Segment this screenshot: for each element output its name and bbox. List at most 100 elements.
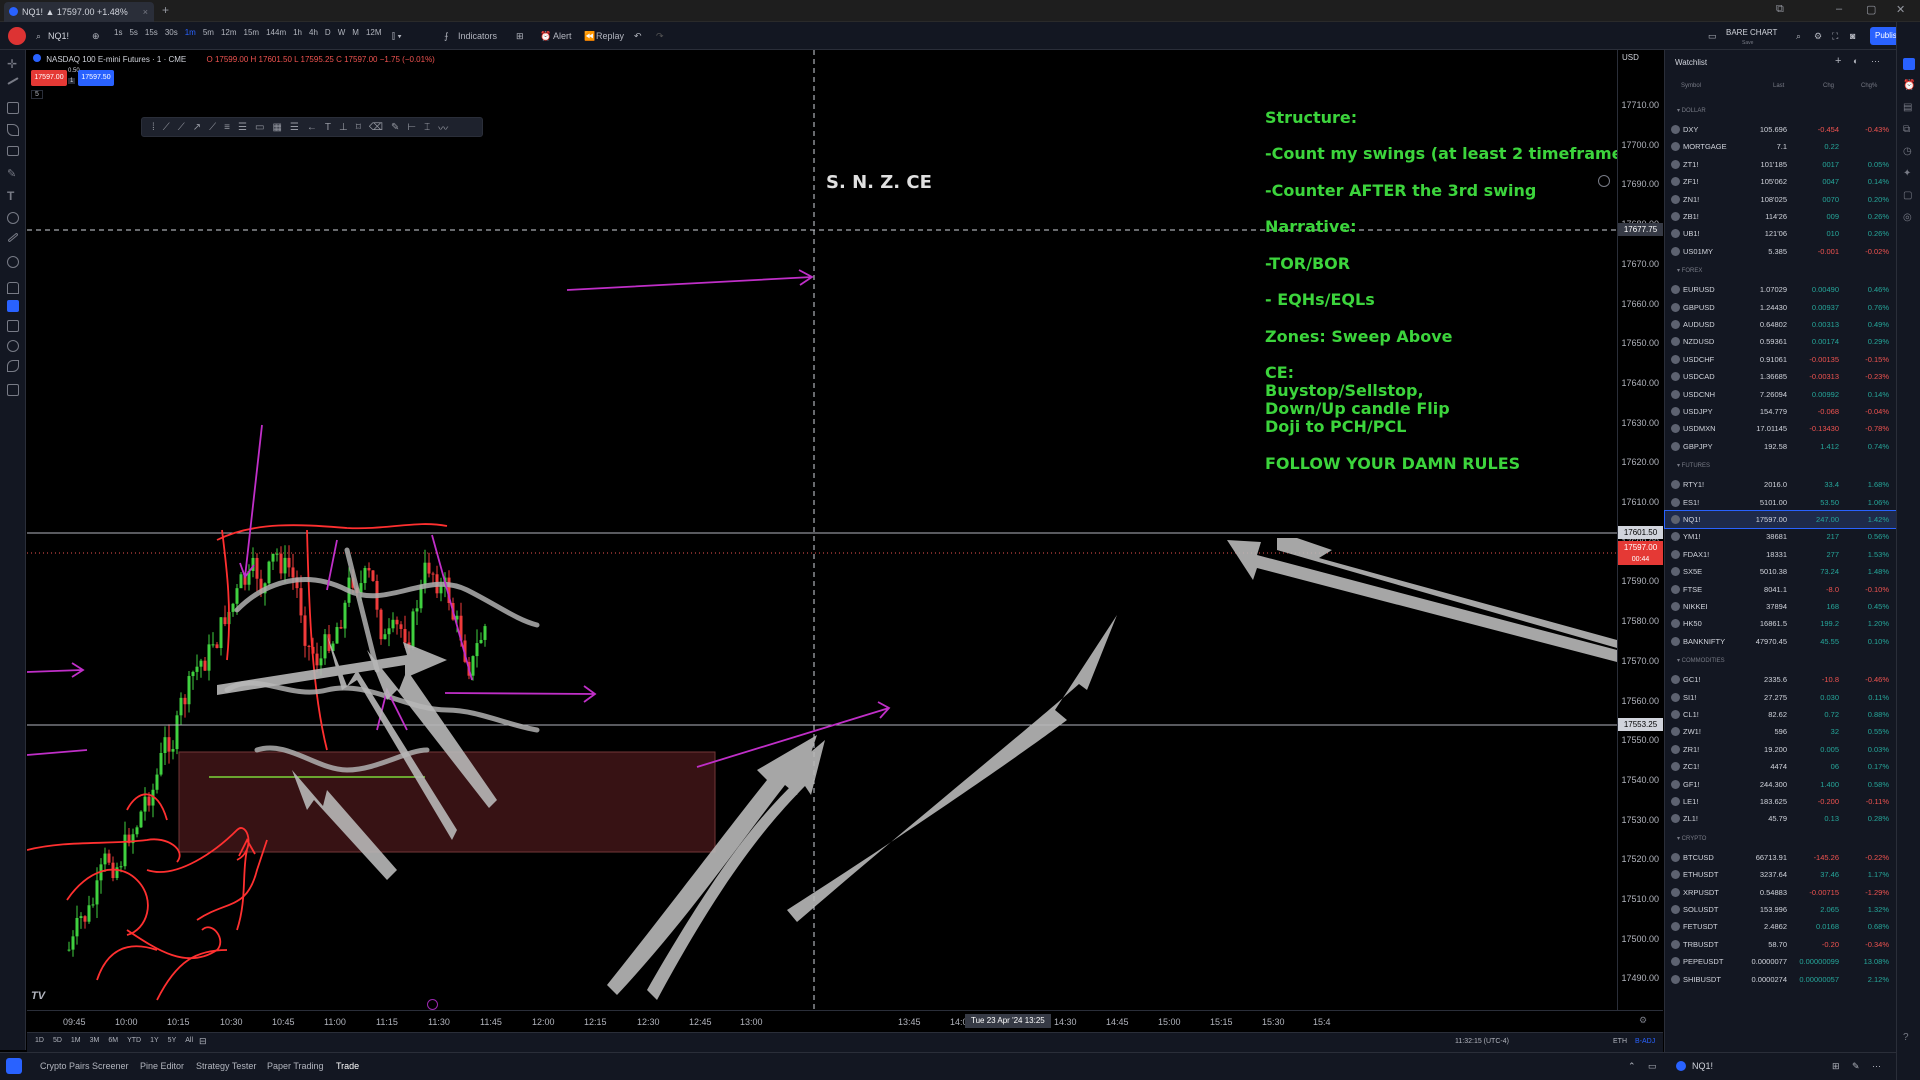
interval-4h[interactable]: 4h [309,28,318,44]
watchlist-row[interactable]: USDCHF 0.91061 -0.00135 -0.15% [1665,351,1897,368]
tab-pine-editor[interactable]: Pine Editor [140,1061,184,1071]
watchlist-row[interactable]: USDCNH 7.26094 0.00992 0.14% [1665,386,1897,403]
watchlist-section[interactable]: ▾ COMMODITIES [1677,657,1725,664]
watchlist-row[interactable]: USDMXN 17.01145 -0.13430 -0.78% [1665,420,1897,437]
callout-icon[interactable]: ⌑ [356,122,361,133]
interval-M[interactable]: M [352,28,359,44]
watchlist-row[interactable]: ZW1! 596 32 0.55% [1665,723,1897,740]
more-icon[interactable]: ⋯ [1872,1061,1881,1072]
watchlist-row[interactable]: ES1! 5101.00 53.50 1.06% [1665,494,1897,511]
chat-icon[interactable]: ▢ [1903,190,1912,201]
watchlist-row[interactable]: HK50 16861.5 199.2 1.20% [1665,615,1897,632]
layout-grid-icon[interactable]: ⊞ [1832,1061,1840,1072]
watchlist-row[interactable]: DXY 105.696 -0.454 -0.43% [1665,121,1897,138]
chart-type-icon[interactable]: ⫿ ▾ [392,28,402,44]
brush-icon[interactable]: ✎ [391,122,399,133]
notifications-icon[interactable]: ◎ [1903,212,1912,223]
watchlist-row[interactable]: GBPJPY 192.58 1.412 0.74% [1665,438,1897,455]
chart-tab[interactable]: NQ1! ▲ 17597.00 +1.48% × [4,2,154,22]
trend-line-icon[interactable] [7,77,19,85]
adjustment-toggle[interactable]: B-ADJ [1635,1038,1655,1045]
help-icon[interactable]: ? [1903,1032,1909,1043]
symbol-legend[interactable]: NASDAQ 100 E-mini Futures · 1 · CME O 17… [33,54,435,64]
collapse-panel-icon[interactable]: ⌃ [1628,1061,1636,1072]
fib-icon[interactable]: ☰ [238,122,247,133]
ray-tool-icon[interactable]: ⟋ [178,122,185,133]
col-chg-pct[interactable]: Chg% [1861,83,1877,89]
watchlist-row[interactable]: EURUSD 1.07029 0.00490 0.46% [1665,281,1897,298]
measure-icon[interactable]: ⊢ [407,122,416,133]
drawing-favorites-toolbar[interactable]: ⁞ ⟋ ⟋ ↗ ⟋ ≡ ☰ ▭ ▦ ☰ ← T ⊥ ⌑ ⌫ ✎ ⊢ ⌶ 〰 [141,117,483,137]
symbol-search-input[interactable]: NQ1! [48,28,69,44]
ideas-icon[interactable]: ✦ [1903,168,1911,179]
range-1Y[interactable]: 1Y [150,1037,159,1044]
watchlist-menu-icon[interactable]: ⋯ [1871,56,1880,67]
brush-icon[interactable]: ✎ [7,168,19,180]
range-All[interactable]: All [185,1037,193,1044]
time-scale[interactable]: 09:45 10:00 10:15 10:30 10:45 11:00 11:15 11:30… [27,1010,1663,1032]
range-3M[interactable]: 3M [90,1037,100,1044]
indicators-button[interactable]: Indicators [458,28,497,44]
indicators-icon[interactable]: ⨍ [444,28,449,44]
edit-icon[interactable]: ✎ [1852,1061,1860,1072]
add-alert-icon[interactable] [1598,175,1610,187]
undo-icon[interactable]: ↶ [634,28,642,44]
watchlist-row[interactable]: NZDUSD 0.59361 0.00174 0.29% [1665,333,1897,350]
price-scale[interactable]: USD 17710.0017700.0017690.0017680.001767… [1617,50,1663,1010]
watchlist-row[interactable]: USDCAD 1.36685 -0.00313 -0.23% [1665,368,1897,385]
watchlist-section[interactable]: ▾ FUTURES [1677,462,1710,469]
range-6M[interactable]: 6M [108,1037,118,1044]
arrow-tool-icon[interactable]: ↗ [193,122,201,133]
quick-search-icon[interactable]: ⌕ [1796,28,1801,44]
interval-W[interactable]: W [338,28,346,44]
chart-pane[interactable]: NASDAQ 100 E-mini Futures · 1 · CME O 17… [27,50,1617,1010]
prediction-tool-icon[interactable] [7,146,19,156]
watchlist-row[interactable]: SI1! 27.275 0.030 0.11% [1665,689,1897,706]
watchlist-row[interactable]: ZC1! 4474 06 0.17% [1665,758,1897,775]
share-icon[interactable]: ⧉ [1776,3,1784,16]
replay-button[interactable]: Replay [596,28,624,44]
watchlist-row[interactable]: SOLUSDT 153.996 2.065 1.32% [1665,901,1897,918]
order-quantity[interactable]: 1 [68,78,76,84]
symbol-search-icon[interactable]: ⌕ [36,28,41,44]
rectangle-icon[interactable]: ▭ [255,122,264,133]
stay-drawing-mode-icon[interactable] [7,300,19,312]
interval-1h[interactable]: 1h [293,28,302,44]
watchlist-row[interactable]: BANKNIFTY 47970.45 45.55 0.10% [1665,633,1897,650]
watchlist-row[interactable]: ZR1! 19.200 0.005 0.03% [1665,741,1897,758]
maximize-panel-icon[interactable]: ▭ [1648,1061,1657,1072]
close-tab-icon[interactable]: × [143,7,148,17]
hotlist-icon[interactable]: ⧉ [1903,124,1910,135]
minimize-icon[interactable]: – [1836,3,1842,15]
lock-drawings-icon[interactable] [7,320,19,332]
watchlist-row[interactable]: ZT1! 101'185 0017 0.05% [1665,156,1897,173]
replay-icon[interactable]: ⏪ [584,28,595,44]
watchlist-row[interactable]: FTSE 8041.1 -8.0 -0.10% [1665,581,1897,598]
details-symbol[interactable]: NQ1! [1692,1061,1713,1071]
range-5D[interactable]: 5D [53,1037,62,1044]
watchlist-row[interactable]: RTY1! 2016.0 33.4 1.68% [1665,476,1897,493]
grid-icon[interactable]: ▦ [272,122,281,133]
cursor-icon[interactable]: ⁞ [152,122,155,133]
redo-icon[interactable]: ↷ [656,28,664,44]
icon-tool-icon[interactable] [7,212,19,224]
watchlist-row[interactable]: ZN1! 108'025 0070 0.20% [1665,191,1897,208]
advanced-view-icon[interactable]: ◐ [1853,56,1858,66]
interval-5m[interactable]: 5m [203,28,214,44]
ai-assistant-icon[interactable] [6,1058,22,1074]
session-toggle[interactable]: ETH [1613,1038,1627,1045]
alert-icon[interactable]: ⏰ [540,28,551,44]
interval-12M[interactable]: 12M [366,28,382,44]
watchlist-row[interactable]: FETUSDT 2.4862 0.0168 0.68% [1665,918,1897,935]
watchlist-title[interactable]: Watchlist [1675,58,1707,67]
watchlist-row[interactable]: USDJPY 154.779 -0.068 -0.04% [1665,403,1897,420]
link-drawings-icon[interactable] [7,360,19,372]
col-last[interactable]: Last [1773,83,1784,89]
watchlist-row[interactable]: PEPEUSDT 0.0000077 0.00000099 13.08% [1665,953,1897,970]
tab-trade[interactable]: Trade [336,1061,359,1071]
watchlist-row[interactable]: NIKKEI 37894 168 0.45% [1665,598,1897,615]
interval-1m[interactable]: 1m [185,28,196,44]
watchlist-row[interactable]: TRBUSDT 58.70 -0.20 -0.34% [1665,936,1897,953]
watchlist-row[interactable]: XRPUSDT 0.54883 -0.00715 -1.29% [1665,884,1897,901]
interval-30s[interactable]: 30s [165,28,178,44]
